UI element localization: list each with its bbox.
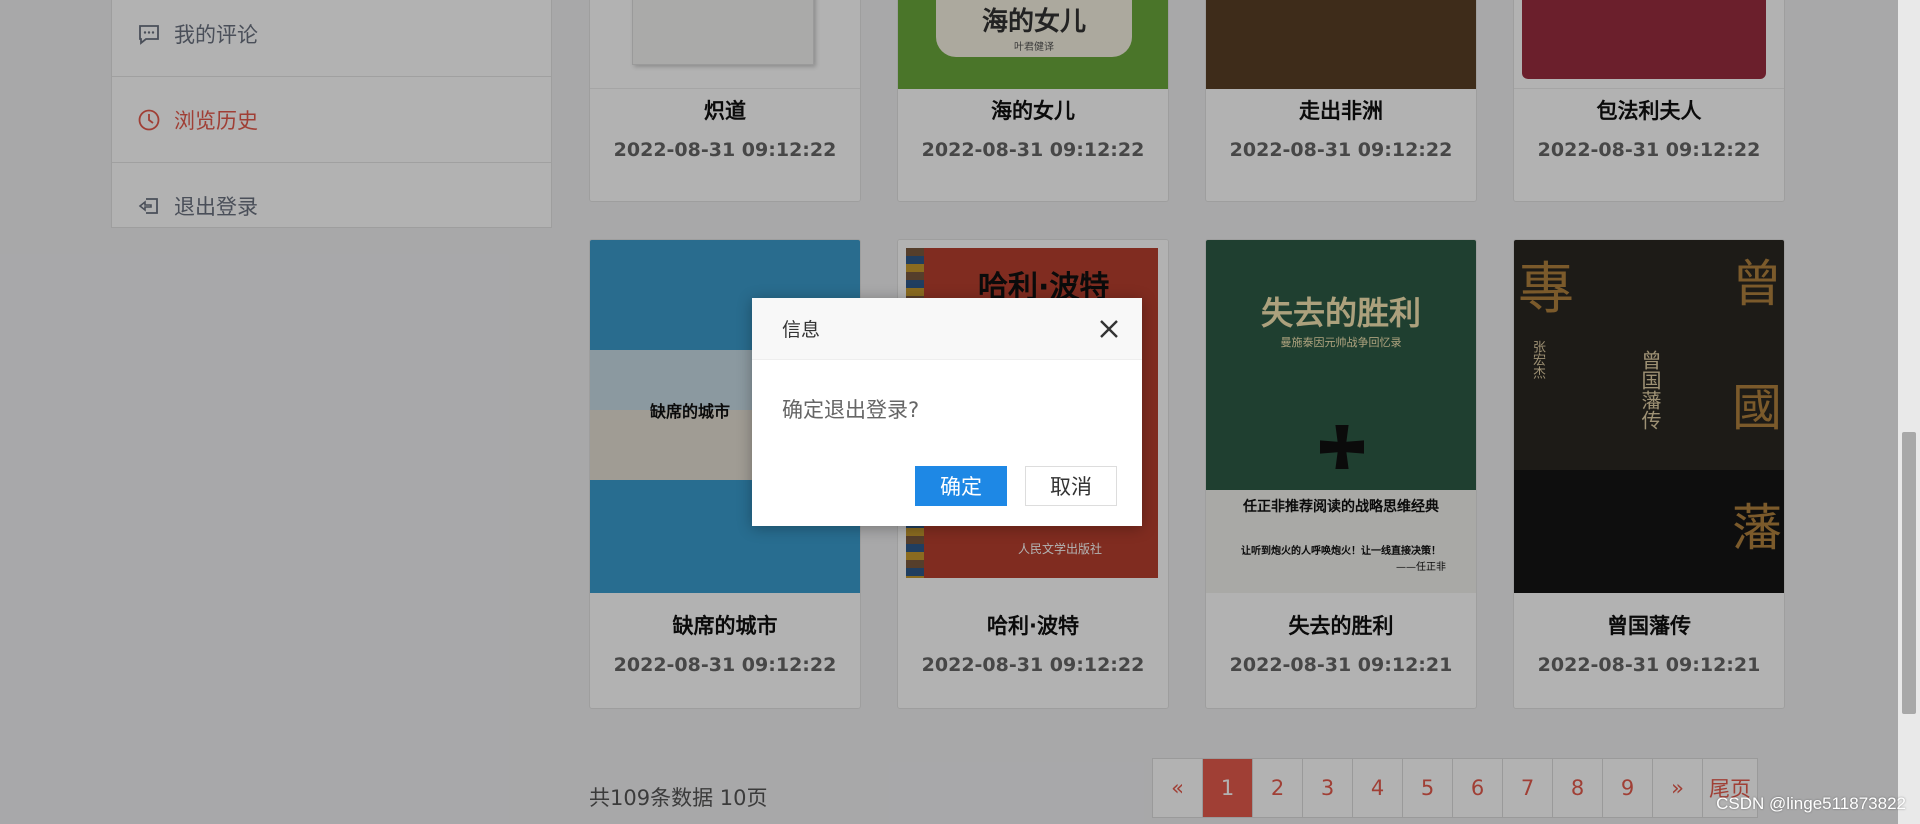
logout-confirm-dialog: 信息 确定退出登录? 确定 取消 — [752, 298, 1142, 526]
dialog-header: 信息 — [752, 298, 1142, 360]
scrollbar-thumb[interactable] — [1902, 432, 1916, 714]
page-scrollbar[interactable] — [1898, 0, 1920, 824]
confirm-button[interactable]: 确定 — [915, 466, 1007, 506]
cancel-button[interactable]: 取消 — [1025, 466, 1117, 506]
dialog-message: 确定退出登录? — [782, 398, 920, 422]
close-icon[interactable] — [1098, 318, 1120, 340]
watermark: CSDN @linge511873822 — [1716, 794, 1906, 813]
dialog-title: 信息 — [782, 319, 821, 341]
